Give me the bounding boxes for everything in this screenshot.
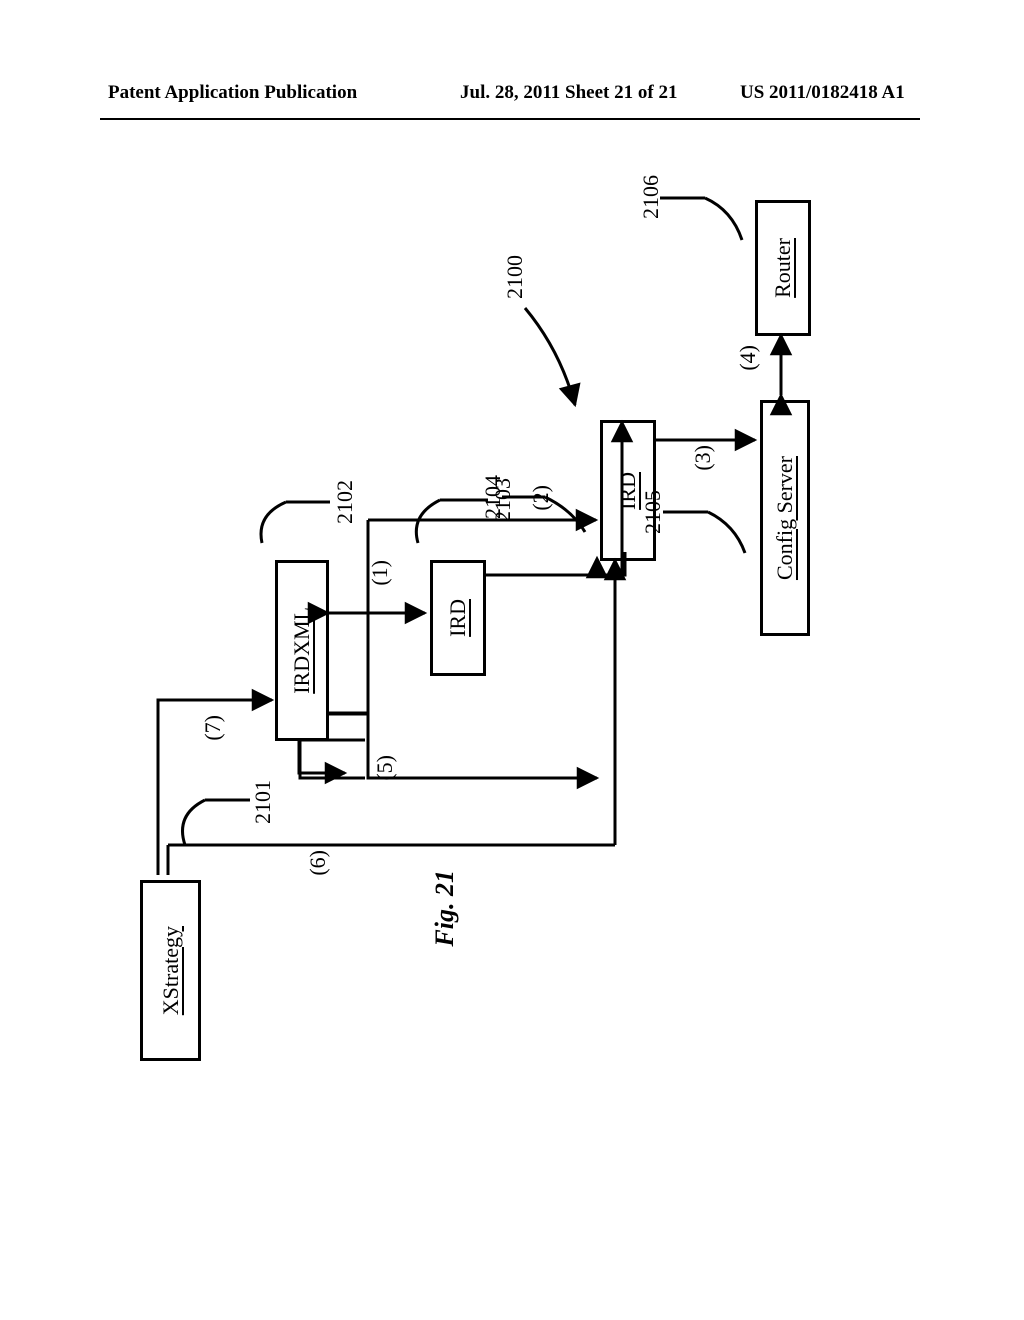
box-xstrategy: XStrategy bbox=[140, 880, 201, 1061]
xstrategy-label: XStrategy bbox=[158, 926, 184, 1015]
diagram-arrows bbox=[0, 0, 1024, 1320]
page-header: Patent Application Publication Jul. 28, … bbox=[0, 82, 1024, 112]
edge-4: (4) bbox=[735, 345, 761, 371]
edge-2: (2) bbox=[528, 485, 554, 511]
ref-2104: 2104 bbox=[480, 475, 506, 519]
ird-b-label: IRD bbox=[615, 472, 641, 510]
box-router: Router bbox=[755, 200, 811, 336]
box-ird-a: IRD bbox=[430, 560, 486, 676]
box-config-server: Config Server bbox=[760, 400, 810, 636]
header-sheet: Jul. 28, 2011 Sheet 21 of 21 bbox=[460, 82, 677, 104]
edge-6: (6) bbox=[305, 850, 331, 876]
irdxml-label: IRDXML bbox=[289, 607, 315, 694]
header-docno: US 2011/0182418 A1 bbox=[740, 82, 905, 104]
config-server-label: Config Server bbox=[772, 456, 798, 580]
edge-3: (3) bbox=[690, 445, 716, 471]
figure-caption: Fig. 21 bbox=[430, 870, 460, 947]
page: Patent Application Publication Jul. 28, … bbox=[0, 0, 1024, 1320]
edge-1: (1) bbox=[367, 560, 393, 586]
ref-2105: 2105 bbox=[640, 490, 666, 534]
header-rule bbox=[100, 118, 920, 120]
ref-2100: 2100 bbox=[502, 255, 528, 299]
header-pub: Patent Application Publication bbox=[108, 82, 357, 104]
edge-5: (5) bbox=[372, 755, 398, 781]
ref-2106: 2106 bbox=[638, 175, 664, 219]
edge-7: (7) bbox=[200, 715, 226, 741]
ref-2102: 2102 bbox=[332, 480, 358, 524]
box-irdxml: IRDXML bbox=[275, 560, 329, 741]
ref-2101: 2101 bbox=[250, 780, 276, 824]
ird-a-label: IRD bbox=[445, 599, 471, 637]
router-label: Router bbox=[770, 238, 796, 298]
